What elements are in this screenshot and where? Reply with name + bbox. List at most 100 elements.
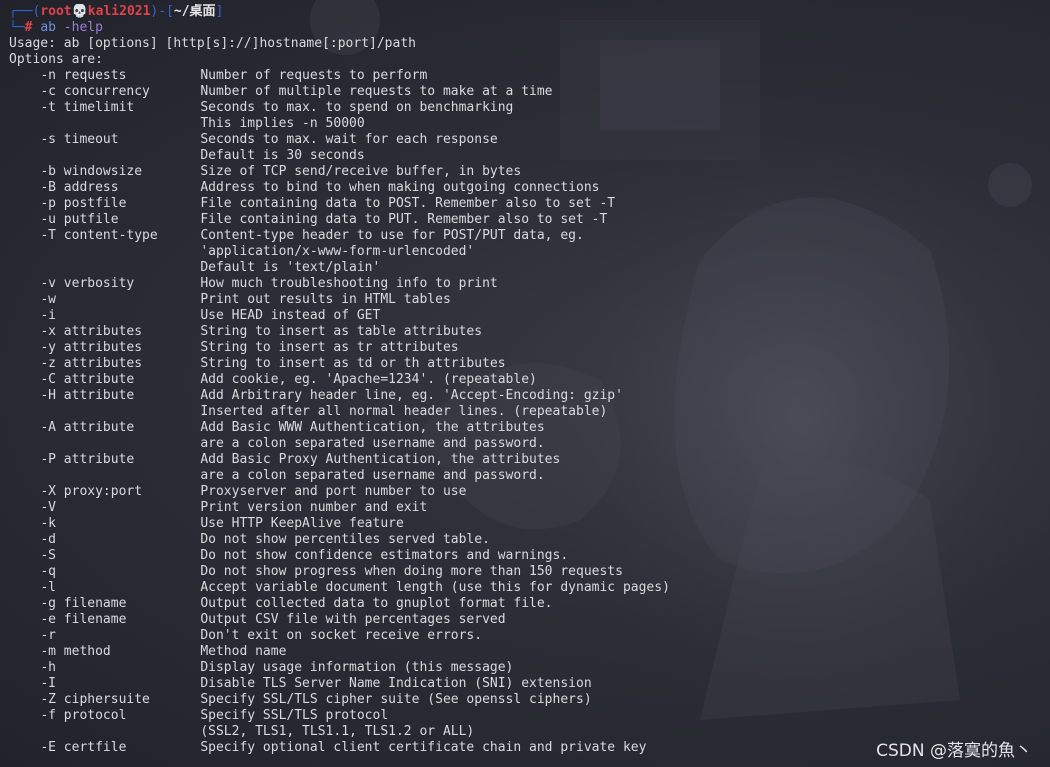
- command-name: ab: [40, 20, 56, 35]
- option-description: Specify SSL/TLS protocol: [200, 708, 389, 723]
- option-description: Do not show progress when doing more tha…: [200, 564, 623, 579]
- option-row: This implies -n 50000: [9, 116, 1039, 132]
- terminal-output: ┌──(root💀kali2021)-[~/桌面] └─# ab -help U…: [9, 4, 1039, 756]
- option-description: Output collected data to gnuplot format …: [200, 596, 553, 611]
- option-row: -X proxy:port Proxyserver and port number…: [9, 484, 1039, 500]
- option-flag: -t timelimit: [40, 100, 135, 115]
- option-row: -i Use HEAD instead of GET: [9, 308, 1039, 324]
- option-flag: -f protocol: [40, 708, 127, 723]
- option-description: Seconds to max. to spend on benchmarking: [200, 100, 514, 115]
- option-row: -q Do not show progress when doing more t…: [9, 564, 1039, 580]
- option-row: -C attribute Add cookie, eg. 'Apache=1234…: [9, 372, 1039, 388]
- option-row: -x attributes String to insert as table a…: [9, 324, 1039, 340]
- option-row: are a colon separated username and passw…: [9, 436, 1039, 452]
- option-description: String to insert as tr attributes: [200, 340, 459, 355]
- usage-line: Usage: ab [options] [http[s]://]hostname…: [9, 36, 416, 51]
- option-description: Don't exit on socket receive errors.: [200, 628, 483, 643]
- option-row: -v verbosity How much troubleshooting inf…: [9, 276, 1039, 292]
- option-flag: -z attributes: [40, 356, 143, 371]
- option-description: are a colon separated username and passw…: [200, 468, 545, 483]
- prompt-frame-end: ]: [215, 4, 224, 19]
- option-flag: -m method: [40, 644, 111, 659]
- option-row: Inserted after all normal header lines. …: [9, 404, 1039, 420]
- option-description: Accept variable document length (use thi…: [200, 580, 670, 595]
- option-row: -n requests Number of requests to perform: [9, 68, 1039, 84]
- option-flag: -s timeout: [40, 132, 119, 147]
- option-flag: -S: [40, 548, 56, 563]
- option-flag: -P attribute: [40, 452, 135, 467]
- option-description: are a colon separated username and passw…: [200, 436, 545, 451]
- option-row: -d Do not show percentiles served table.: [9, 532, 1039, 548]
- option-row: -T content-type Content-type header to us…: [9, 228, 1039, 244]
- command-line: └─# ab -help: [9, 20, 1039, 36]
- prompt-frame-open: ┌──(: [9, 4, 41, 19]
- option-row: -y attributes String to insert as tr attr…: [9, 340, 1039, 356]
- option-description: Number of requests to perform: [200, 68, 428, 83]
- option-flag: -k: [40, 516, 56, 531]
- command-argument: -help: [63, 20, 103, 35]
- option-flag: -l: [40, 580, 56, 595]
- option-flag: -y attributes: [40, 340, 143, 355]
- option-description: String to insert as table attributes: [200, 324, 483, 339]
- option-row: -Z ciphersuite Specify SSL/TLS cipher sui…: [9, 692, 1039, 708]
- option-description: Content-type header to use for POST/PUT …: [200, 228, 584, 243]
- option-row: -S Do not show confidence estimators and …: [9, 548, 1039, 564]
- option-description: Add cookie, eg. 'Apache=1234'. (repeatab…: [200, 372, 537, 387]
- option-flag: -w: [40, 292, 56, 307]
- option-flag: -b windowsize: [40, 164, 143, 179]
- option-flag: -i: [40, 308, 56, 323]
- option-flag: -d: [40, 532, 56, 547]
- option-flag: -A attribute: [40, 420, 135, 435]
- option-description: Default is 30 seconds: [200, 148, 365, 163]
- option-flag: -I: [40, 676, 56, 691]
- option-description: (SSL2, TLS1, TLS1.1, TLS1.2 or ALL): [200, 724, 475, 739]
- option-description: This implies -n 50000: [200, 116, 365, 131]
- option-row: -t timelimit Seconds to max. to spend on …: [9, 100, 1039, 116]
- option-description: Do not show confidence estimators and wa…: [200, 548, 569, 563]
- csdn-watermark: CSDN @落寞的魚丶: [876, 741, 1032, 761]
- option-row: -z attributes String to insert as td or t…: [9, 356, 1039, 372]
- option-row: -u putfile File containing data to PUT. R…: [9, 212, 1039, 228]
- option-flag: -h: [40, 660, 56, 675]
- option-row: 'application/x-www-form-urlencoded': [9, 244, 1039, 260]
- option-row: Default is 'text/plain': [9, 260, 1039, 276]
- option-description: Add Basic WWW Authentication, the attrib…: [200, 420, 545, 435]
- prompt-frame-close: )-[: [150, 4, 174, 19]
- option-row: -w Print out results in HTML tables: [9, 292, 1039, 308]
- option-flag: -u putfile: [40, 212, 119, 227]
- prompt-line: ┌──(root💀kali2021)-[~/桌面]: [9, 4, 1039, 20]
- option-row: -I Disable TLS Server Name Indication (SN…: [9, 676, 1039, 692]
- option-flag: -e filename: [40, 612, 127, 627]
- option-flag: -T content-type: [40, 228, 158, 243]
- option-row: -H attribute Add Arbitrary header line, e…: [9, 388, 1039, 404]
- option-description: Disable TLS Server Name Indication (SNI)…: [200, 676, 592, 691]
- option-flag: -V: [40, 500, 56, 515]
- option-row: -f protocol Specify SSL/TLS protocol: [9, 708, 1039, 724]
- option-row: -B address Address to bind to when making…: [9, 180, 1039, 196]
- option-row: are a colon separated username and passw…: [9, 468, 1039, 484]
